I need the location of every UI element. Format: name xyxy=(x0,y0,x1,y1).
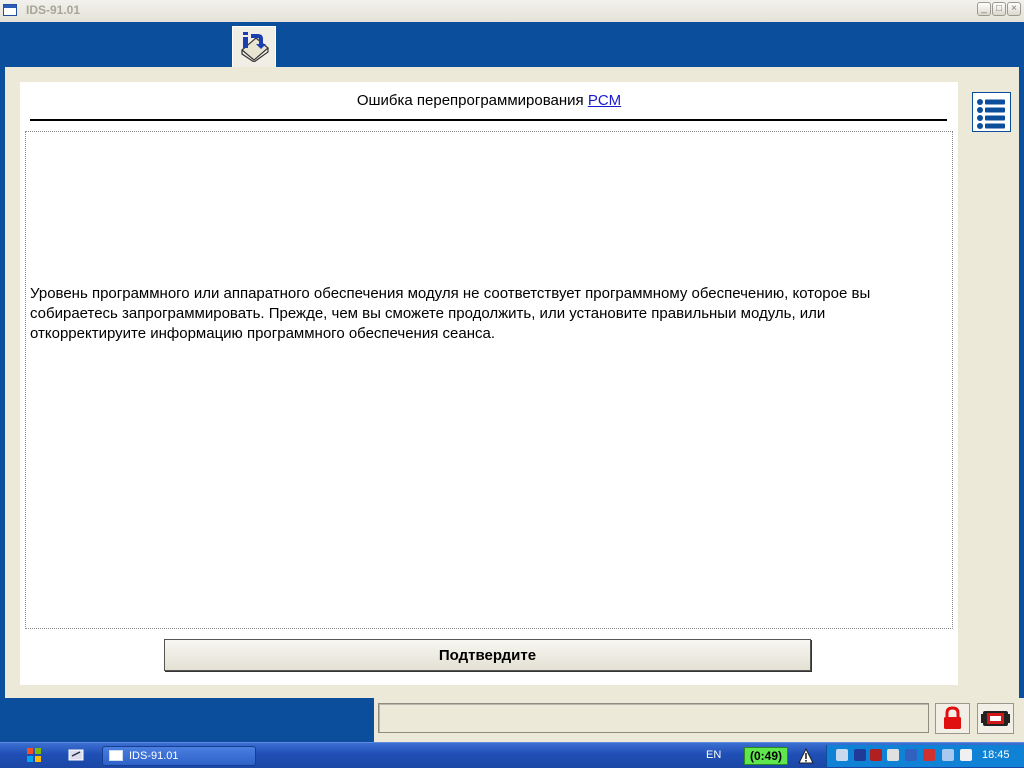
window-icon xyxy=(109,750,123,761)
safely-remove-icon[interactable] xyxy=(923,749,935,761)
status-field xyxy=(378,703,929,733)
network-icon[interactable] xyxy=(836,749,848,761)
device-error-icon[interactable] xyxy=(870,749,882,761)
vcm-device-icon xyxy=(981,711,1010,726)
title-divider xyxy=(30,119,947,121)
info-book-icon xyxy=(241,32,269,62)
list-button[interactable] xyxy=(972,92,1011,132)
windows-icon[interactable] xyxy=(26,747,42,763)
taskbar-item-label: IDS-91.01 xyxy=(129,750,179,762)
page-title: Ошибка перепрограммирования PCM xyxy=(20,92,958,109)
clock: 18:45 xyxy=(982,749,1010,761)
maximize-button[interactable]: □ xyxy=(992,2,1006,16)
minimize-button[interactable]: _ xyxy=(977,2,991,16)
error-message: Уровень программного или аппаратного обе… xyxy=(30,285,871,342)
page-title-text: Ошибка перепрограммирования xyxy=(356,92,584,109)
list-icon xyxy=(977,99,1005,129)
lock-icon xyxy=(944,706,961,729)
window-title: IDS-91.01 xyxy=(26,3,81,17)
session-timer: (0:49) xyxy=(744,747,788,765)
window-icon xyxy=(3,4,17,16)
window-titlebar[interactable] xyxy=(0,0,1024,23)
vcm-button[interactable] xyxy=(977,703,1014,734)
usb-icon[interactable] xyxy=(854,749,866,761)
desktop-icon[interactable] xyxy=(68,747,84,763)
monitor-icon[interactable] xyxy=(905,749,917,761)
connection-icon[interactable] xyxy=(942,749,954,761)
taskbar-item-ids[interactable]: IDS-91.01 xyxy=(102,746,256,766)
pcm-link[interactable]: PCM xyxy=(588,92,621,109)
display-icon[interactable] xyxy=(960,749,972,761)
lock-button[interactable] xyxy=(935,703,970,734)
message-box xyxy=(25,131,953,629)
warning-icon[interactable] xyxy=(798,748,814,764)
language-indicator[interactable]: EN xyxy=(706,749,721,761)
confirm-button[interactable]: Подтвердите xyxy=(164,639,811,671)
speaker-icon[interactable] xyxy=(887,749,899,761)
close-button[interactable]: × xyxy=(1007,2,1021,16)
